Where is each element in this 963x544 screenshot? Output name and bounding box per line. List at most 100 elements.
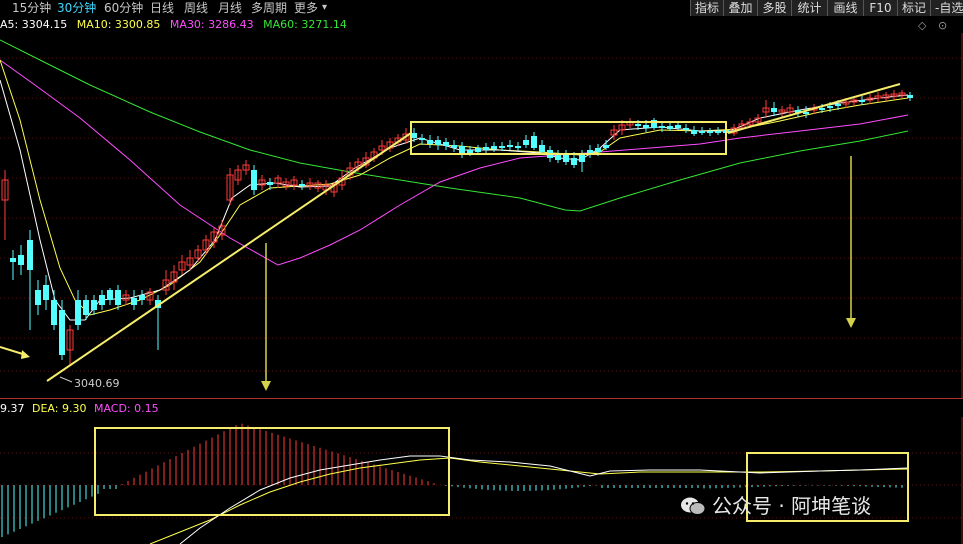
candle-body: [51, 300, 57, 325]
candlestick-chart[interactable]: 3040.69: [0, 33, 963, 398]
chevron-down-icon[interactable]: ▾: [322, 0, 327, 16]
period-60min[interactable]: 60分钟: [104, 0, 143, 16]
candle-body: [10, 258, 16, 262]
candle-body: [18, 255, 24, 265]
candle-body: [635, 124, 641, 126]
candle-body: [139, 295, 145, 300]
candle-body: [835, 104, 841, 106]
candle-body: [467, 150, 473, 153]
tool-indicator-button[interactable]: 指标: [690, 0, 723, 16]
ma-legend: A5: 3304.15 MA10: 3300.85 MA30: 3286.43 …: [0, 17, 353, 33]
tool-draw-line-button[interactable]: 画线: [827, 0, 863, 16]
wechat-icon: [681, 497, 706, 515]
candle-body: [251, 170, 257, 190]
tool-multi-stock-button[interactable]: 多股: [757, 0, 791, 16]
tool-overlay-button[interactable]: 叠加: [723, 0, 757, 16]
pane-divider: [0, 398, 963, 399]
candle-body: [683, 128, 689, 130]
candle-body: [859, 100, 865, 102]
candle-body: [475, 148, 481, 152]
candle-body: [115, 290, 121, 305]
candle-body: [35, 290, 41, 305]
tool-mark-button[interactable]: 标记: [897, 0, 930, 16]
tool-f10-button[interactable]: F10: [863, 0, 897, 16]
candle-body: [555, 155, 561, 160]
candle-body: [435, 140, 441, 145]
period-monthly[interactable]: 月线: [218, 0, 242, 16]
candle-body: [707, 131, 713, 133]
candle-body: [819, 108, 825, 110]
candle-body: [267, 182, 273, 185]
macd-legend: 9.37 DEA: 9.30 MACD: 0.15: [0, 401, 163, 417]
candle-body: [443, 142, 449, 146]
dif-value: 9.37: [0, 402, 25, 415]
candle-body: [715, 131, 721, 133]
candle-body: [531, 136, 537, 148]
ma60-line: [0, 39, 909, 212]
low-price-label: 3040.69: [74, 377, 120, 390]
ma60-value: MA60: 3271.14: [263, 18, 347, 31]
candle-body: [75, 300, 81, 325]
candle-body: [427, 140, 433, 144]
candle-body: [771, 108, 777, 112]
candle-body: [491, 146, 497, 149]
candle-body: [595, 148, 601, 152]
candle-body: [43, 285, 49, 300]
candle-body: [483, 147, 489, 150]
ma5-value: A5: 3304.15: [0, 18, 68, 31]
tool-watchlist-button[interactable]: -自选: [930, 0, 963, 16]
candle-body: [539, 145, 545, 152]
ma10-value: MA10: 3300.85: [76, 18, 161, 31]
candle-body: [499, 146, 505, 148]
trend-line-upper: [727, 83, 901, 134]
macd-chart[interactable]: [0, 417, 963, 544]
tool-statistics-button[interactable]: 统计: [791, 0, 827, 16]
candle-body: [675, 125, 681, 128]
ma5-line: [0, 79, 909, 321]
candle-body: [667, 126, 673, 129]
candle-body: [699, 131, 705, 133]
period-more[interactable]: 更多: [294, 0, 318, 16]
macd-value: MACD: 0.15: [93, 402, 159, 415]
candle-body: [91, 300, 97, 310]
candle-body: [27, 240, 33, 270]
candle-body: [451, 145, 457, 148]
candle-body: [107, 290, 113, 300]
candle-body: [603, 145, 609, 148]
watermark-text: 公众号 · 阿坤笔谈: [712, 494, 872, 518]
down-arrow: [846, 156, 856, 328]
candle-body: [99, 295, 105, 305]
candle-body: [515, 146, 521, 148]
candle-body: [827, 106, 833, 108]
period-daily[interactable]: 日线: [150, 0, 174, 16]
candle-body: [83, 300, 89, 315]
trend-line: [46, 132, 412, 382]
candle-body: [523, 140, 529, 145]
candle-body: [907, 95, 913, 98]
period-toolbar: 15分钟 30分钟 60分钟 日线 周线 月线 多周期 更多 ▾ 指标 叠加 多…: [0, 0, 963, 17]
candle-body: [579, 155, 585, 162]
candle-body: [643, 125, 649, 128]
ma30-line: [0, 59, 909, 266]
watermark: 公众号 · 阿坤笔谈: [680, 490, 871, 519]
low-pointer: [59, 376, 73, 383]
collapse-icon[interactable]: ⊙: [938, 19, 947, 32]
ma30-value: MA30: 3286.43: [169, 18, 254, 31]
candle-body: [507, 145, 513, 147]
candle-body: [659, 126, 665, 128]
price-candles: [1, 90, 913, 365]
candle-body: [419, 138, 425, 140]
down-arrow: [261, 243, 271, 391]
period-weekly[interactable]: 周线: [184, 0, 208, 16]
price-grid: [0, 33, 963, 398]
candle-body: [563, 155, 569, 162]
candle-body: [131, 298, 137, 305]
period-30min[interactable]: 30分钟: [57, 0, 96, 16]
candle-body: [299, 184, 305, 186]
period-multi[interactable]: 多周期: [251, 0, 287, 16]
left-arrow-indicator: [0, 346, 30, 359]
settings-diamond-icon[interactable]: ◇: [918, 19, 926, 32]
candle-body: [691, 130, 697, 134]
candle-body: [571, 158, 577, 165]
period-15min[interactable]: 15分钟: [12, 0, 51, 16]
